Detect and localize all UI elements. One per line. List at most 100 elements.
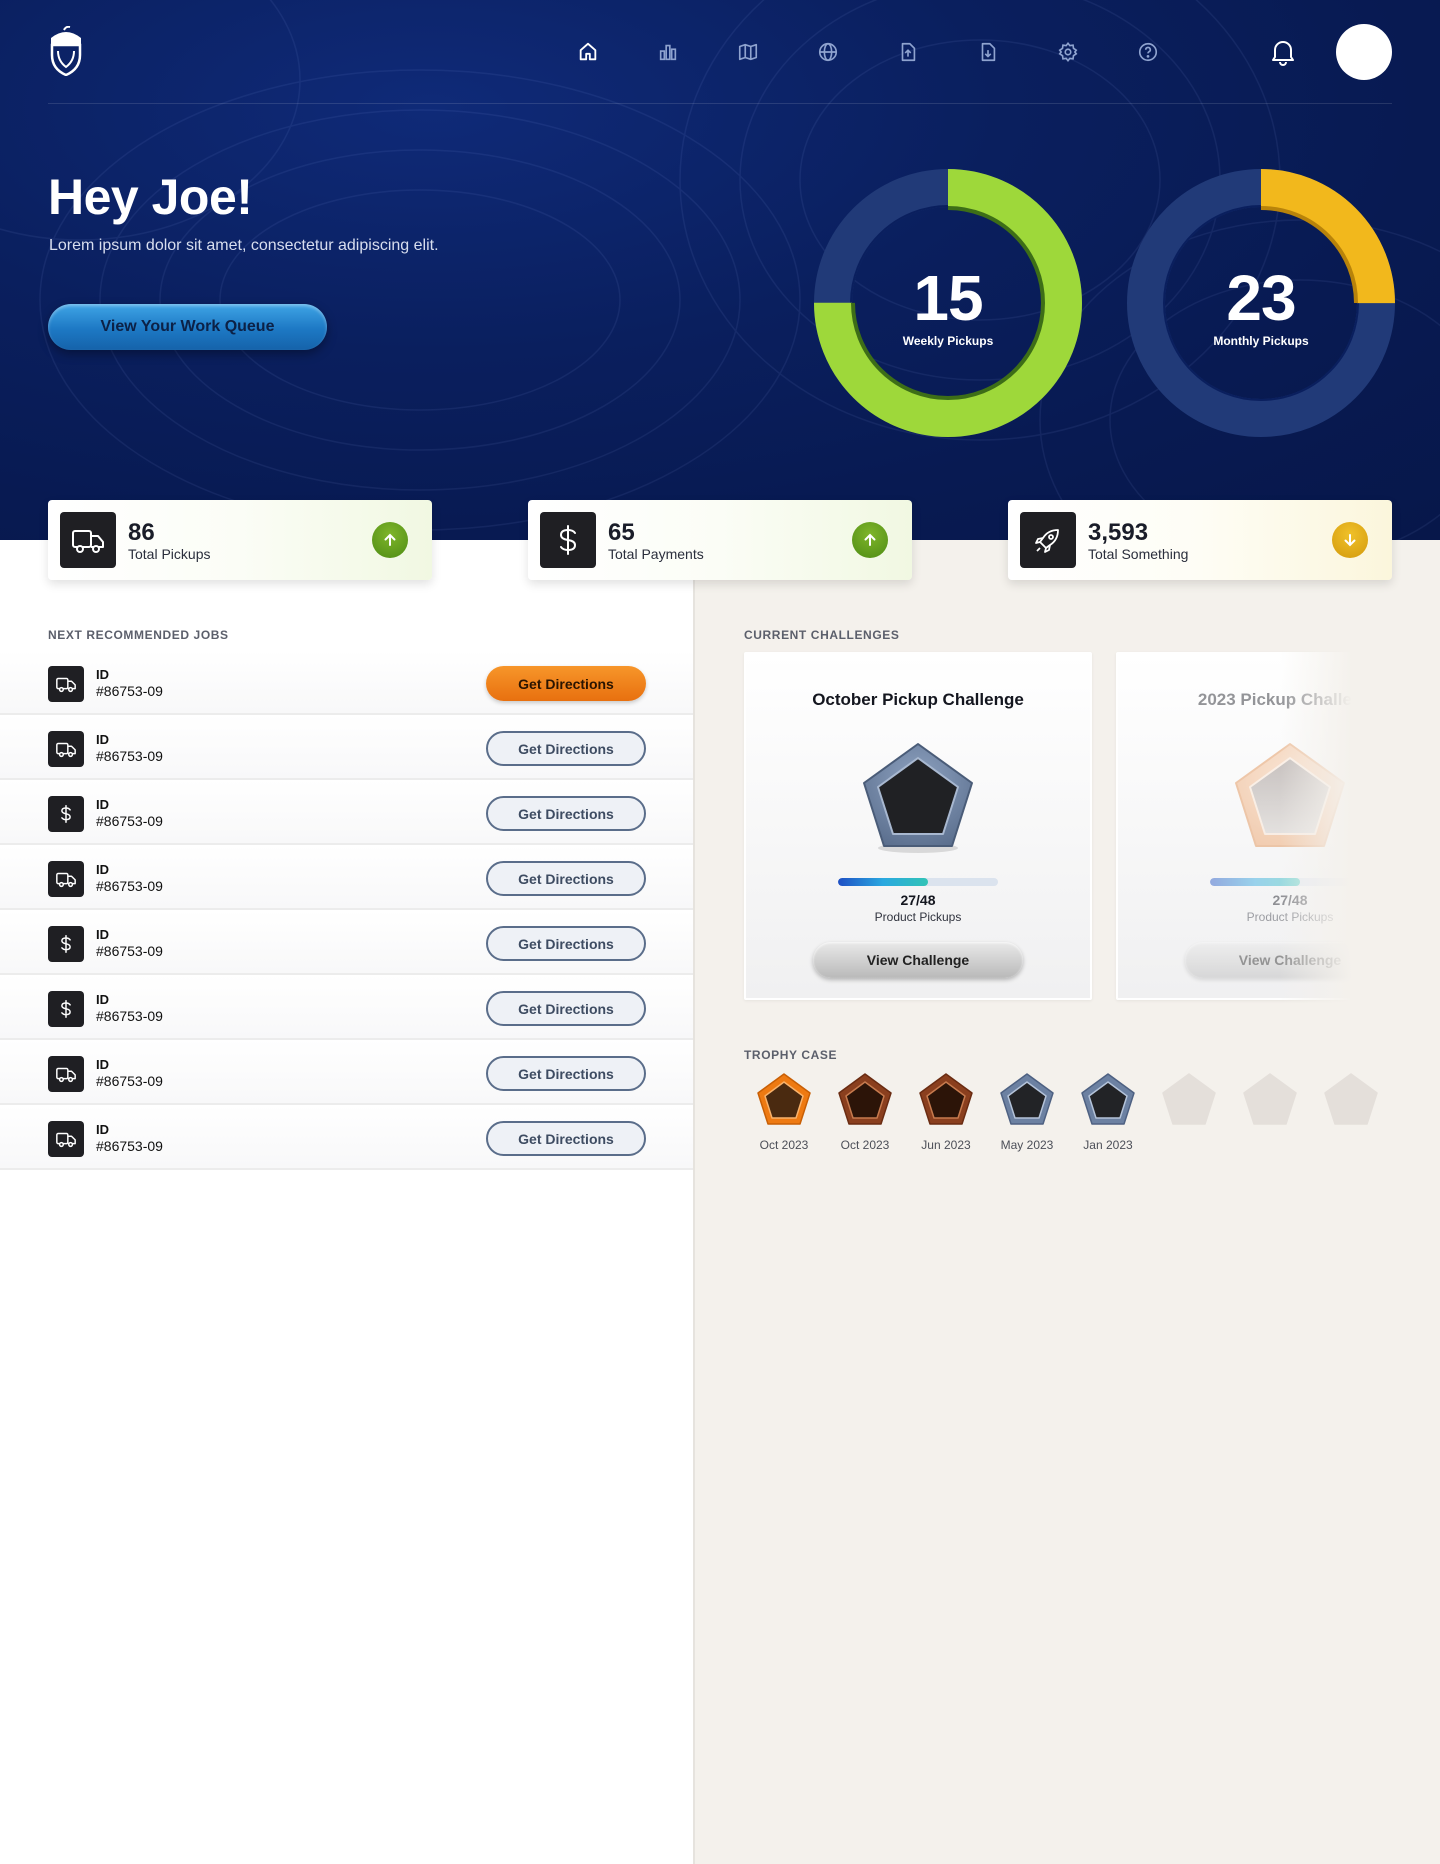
trophy-item[interactable]: Jun 2023 bbox=[906, 1072, 986, 1152]
monthly-pickups-ring: 23 Monthly Pickups bbox=[1127, 169, 1395, 437]
trophy-pentagon-icon bbox=[1000, 1073, 1054, 1125]
get-directions-button[interactable]: Get Directions bbox=[486, 796, 646, 831]
weekly-pickups-label: Weekly Pickups bbox=[902, 334, 994, 348]
stat-card-total-something[interactable]: 3,593 Total Something bbox=[1008, 500, 1392, 580]
job-row[interactable]: ID #86753-09 Get Directions bbox=[0, 910, 693, 975]
get-directions-button[interactable]: Get Directions bbox=[486, 1121, 646, 1156]
trend-up-arrow-icon bbox=[852, 522, 888, 558]
trophy-item bbox=[1149, 1072, 1229, 1152]
nav-map[interactable] bbox=[708, 34, 788, 70]
trophy-pentagon-icon bbox=[1081, 1073, 1135, 1125]
challenge-progress-value: 27/48 bbox=[900, 892, 936, 908]
get-directions-button[interactable]: Get Directions bbox=[486, 731, 646, 766]
job-id-value: #86753-09 bbox=[96, 683, 163, 699]
greeting-subtitle: Lorem ipsum dolor sit amet, consectetur … bbox=[49, 237, 439, 254]
monthly-pickups-value: 23 bbox=[1226, 262, 1296, 334]
nav-reports[interactable] bbox=[628, 34, 708, 70]
trophy-item[interactable]: May 2023 bbox=[987, 1072, 1067, 1152]
stat-card-total-payments[interactable]: 65 Total Payments bbox=[528, 500, 912, 580]
job-row[interactable]: ID #86753-09 Get Directions bbox=[0, 780, 693, 845]
user-avatar[interactable] bbox=[1336, 24, 1392, 80]
get-directions-button[interactable]: Get Directions bbox=[486, 666, 646, 701]
challenges-section-label: CURRENT CHALLENGES bbox=[744, 628, 900, 642]
get-directions-button[interactable]: Get Directions bbox=[486, 861, 646, 896]
acorn-shield-logo[interactable] bbox=[48, 26, 84, 76]
weekly-pickups-value: 15 bbox=[913, 262, 983, 334]
trophy-date-label: Oct 2023 bbox=[840, 1138, 890, 1152]
job-id-label: ID bbox=[96, 732, 109, 747]
view-work-queue-button[interactable]: View Your Work Queue bbox=[48, 304, 327, 350]
truck-icon bbox=[60, 512, 116, 568]
job-id-label: ID bbox=[96, 862, 109, 877]
monthly-pickups-label: Monthly Pickups bbox=[1213, 334, 1309, 348]
get-directions-button[interactable]: Get Directions bbox=[486, 1056, 646, 1091]
job-id-value: #86753-09 bbox=[96, 878, 163, 894]
hero-banner: Hey Joe! Lorem ipsum dolor sit amet, con… bbox=[0, 0, 1440, 540]
truck-icon bbox=[48, 731, 84, 767]
rocket-icon bbox=[1020, 512, 1076, 568]
trophy-item[interactable]: Oct 2023 bbox=[825, 1072, 905, 1152]
nav-globe[interactable] bbox=[788, 34, 868, 70]
trophy-date-label: Jun 2023 bbox=[921, 1138, 971, 1152]
trophy-item[interactable]: Oct 2023 bbox=[744, 1072, 824, 1152]
nav-upload[interactable] bbox=[868, 34, 948, 70]
challenge-title: October Pickup Challenge bbox=[812, 690, 1024, 709]
dollar-icon bbox=[48, 926, 84, 962]
jobs-section-label: NEXT RECOMMENDED JOBS bbox=[48, 628, 229, 642]
file-download-icon bbox=[981, 42, 996, 62]
nav-home[interactable] bbox=[548, 34, 628, 70]
job-row[interactable]: ID #86753-09 Get Directions bbox=[0, 1105, 693, 1170]
job-id-label: ID bbox=[96, 992, 109, 1007]
job-id-label: ID bbox=[96, 667, 109, 682]
stat-label: Total Payments bbox=[608, 546, 704, 562]
trophy-pentagon-icon bbox=[757, 1073, 811, 1125]
trophy-date-label: Jan 2023 bbox=[1083, 1138, 1133, 1152]
job-row[interactable]: ID #86753-09 Get Directions bbox=[0, 715, 693, 780]
challenge-progress-fill bbox=[838, 878, 928, 886]
nav-settings[interactable] bbox=[1028, 34, 1108, 70]
truck-icon bbox=[48, 666, 84, 702]
challenge-card-october[interactable]: October Pickup Challenge 27/48 Product P… bbox=[744, 652, 1092, 1000]
job-row[interactable]: ID #86753-09 Get Directions bbox=[0, 975, 693, 1040]
slate-pentagon-badge-icon bbox=[863, 743, 973, 853]
job-row[interactable]: ID #86753-09 Get Directions bbox=[0, 650, 693, 715]
notification-bell-icon[interactable] bbox=[1270, 38, 1296, 66]
job-row[interactable]: ID #86753-09 Get Directions bbox=[0, 845, 693, 910]
stat-label: Total Pickups bbox=[128, 546, 211, 562]
get-directions-button[interactable]: Get Directions bbox=[486, 926, 646, 961]
dollar-icon bbox=[48, 796, 84, 832]
file-upload-icon bbox=[901, 42, 916, 62]
stat-value: 65 bbox=[608, 519, 635, 546]
nav-download[interactable] bbox=[948, 34, 1028, 70]
trophy-pentagon-icon bbox=[919, 1073, 973, 1125]
truck-icon bbox=[48, 861, 84, 897]
trophy-item[interactable]: Jan 2023 bbox=[1068, 1072, 1148, 1152]
job-id-label: ID bbox=[96, 1122, 109, 1137]
locked-trophy-pentagon-icon bbox=[1324, 1073, 1378, 1125]
stat-value: 3,593 bbox=[1088, 519, 1149, 546]
job-id-label: ID bbox=[96, 797, 109, 812]
nav-help[interactable] bbox=[1108, 34, 1188, 70]
stat-label: Total Something bbox=[1088, 546, 1189, 562]
trophy-pentagon-icon bbox=[838, 1073, 892, 1125]
trophy-item bbox=[1230, 1072, 1310, 1152]
job-id-label: ID bbox=[96, 1057, 109, 1072]
globe-icon bbox=[818, 42, 838, 62]
trend-up-arrow-icon bbox=[372, 522, 408, 558]
truck-icon bbox=[48, 1056, 84, 1092]
stat-value: 86 bbox=[128, 519, 155, 546]
dollar-icon bbox=[48, 991, 84, 1027]
trend-down-arrow-icon bbox=[1332, 522, 1368, 558]
trophy-date-label: Oct 2023 bbox=[759, 1138, 809, 1152]
view-challenge-button[interactable]: View Challenge bbox=[813, 942, 1023, 978]
job-row[interactable]: ID #86753-09 Get Directions bbox=[0, 1040, 693, 1105]
locked-trophy-pentagon-icon bbox=[1243, 1073, 1297, 1125]
map-icon bbox=[738, 43, 758, 61]
stat-card-total-pickups[interactable]: 86 Total Pickups bbox=[48, 500, 432, 580]
greeting-heading: Hey Joe! bbox=[48, 169, 253, 225]
job-id-value: #86753-09 bbox=[96, 1008, 163, 1024]
challenge-progress-bar bbox=[838, 878, 998, 886]
get-directions-button[interactable]: Get Directions bbox=[486, 991, 646, 1026]
help-icon bbox=[1138, 42, 1158, 62]
job-id-value: #86753-09 bbox=[96, 813, 163, 829]
